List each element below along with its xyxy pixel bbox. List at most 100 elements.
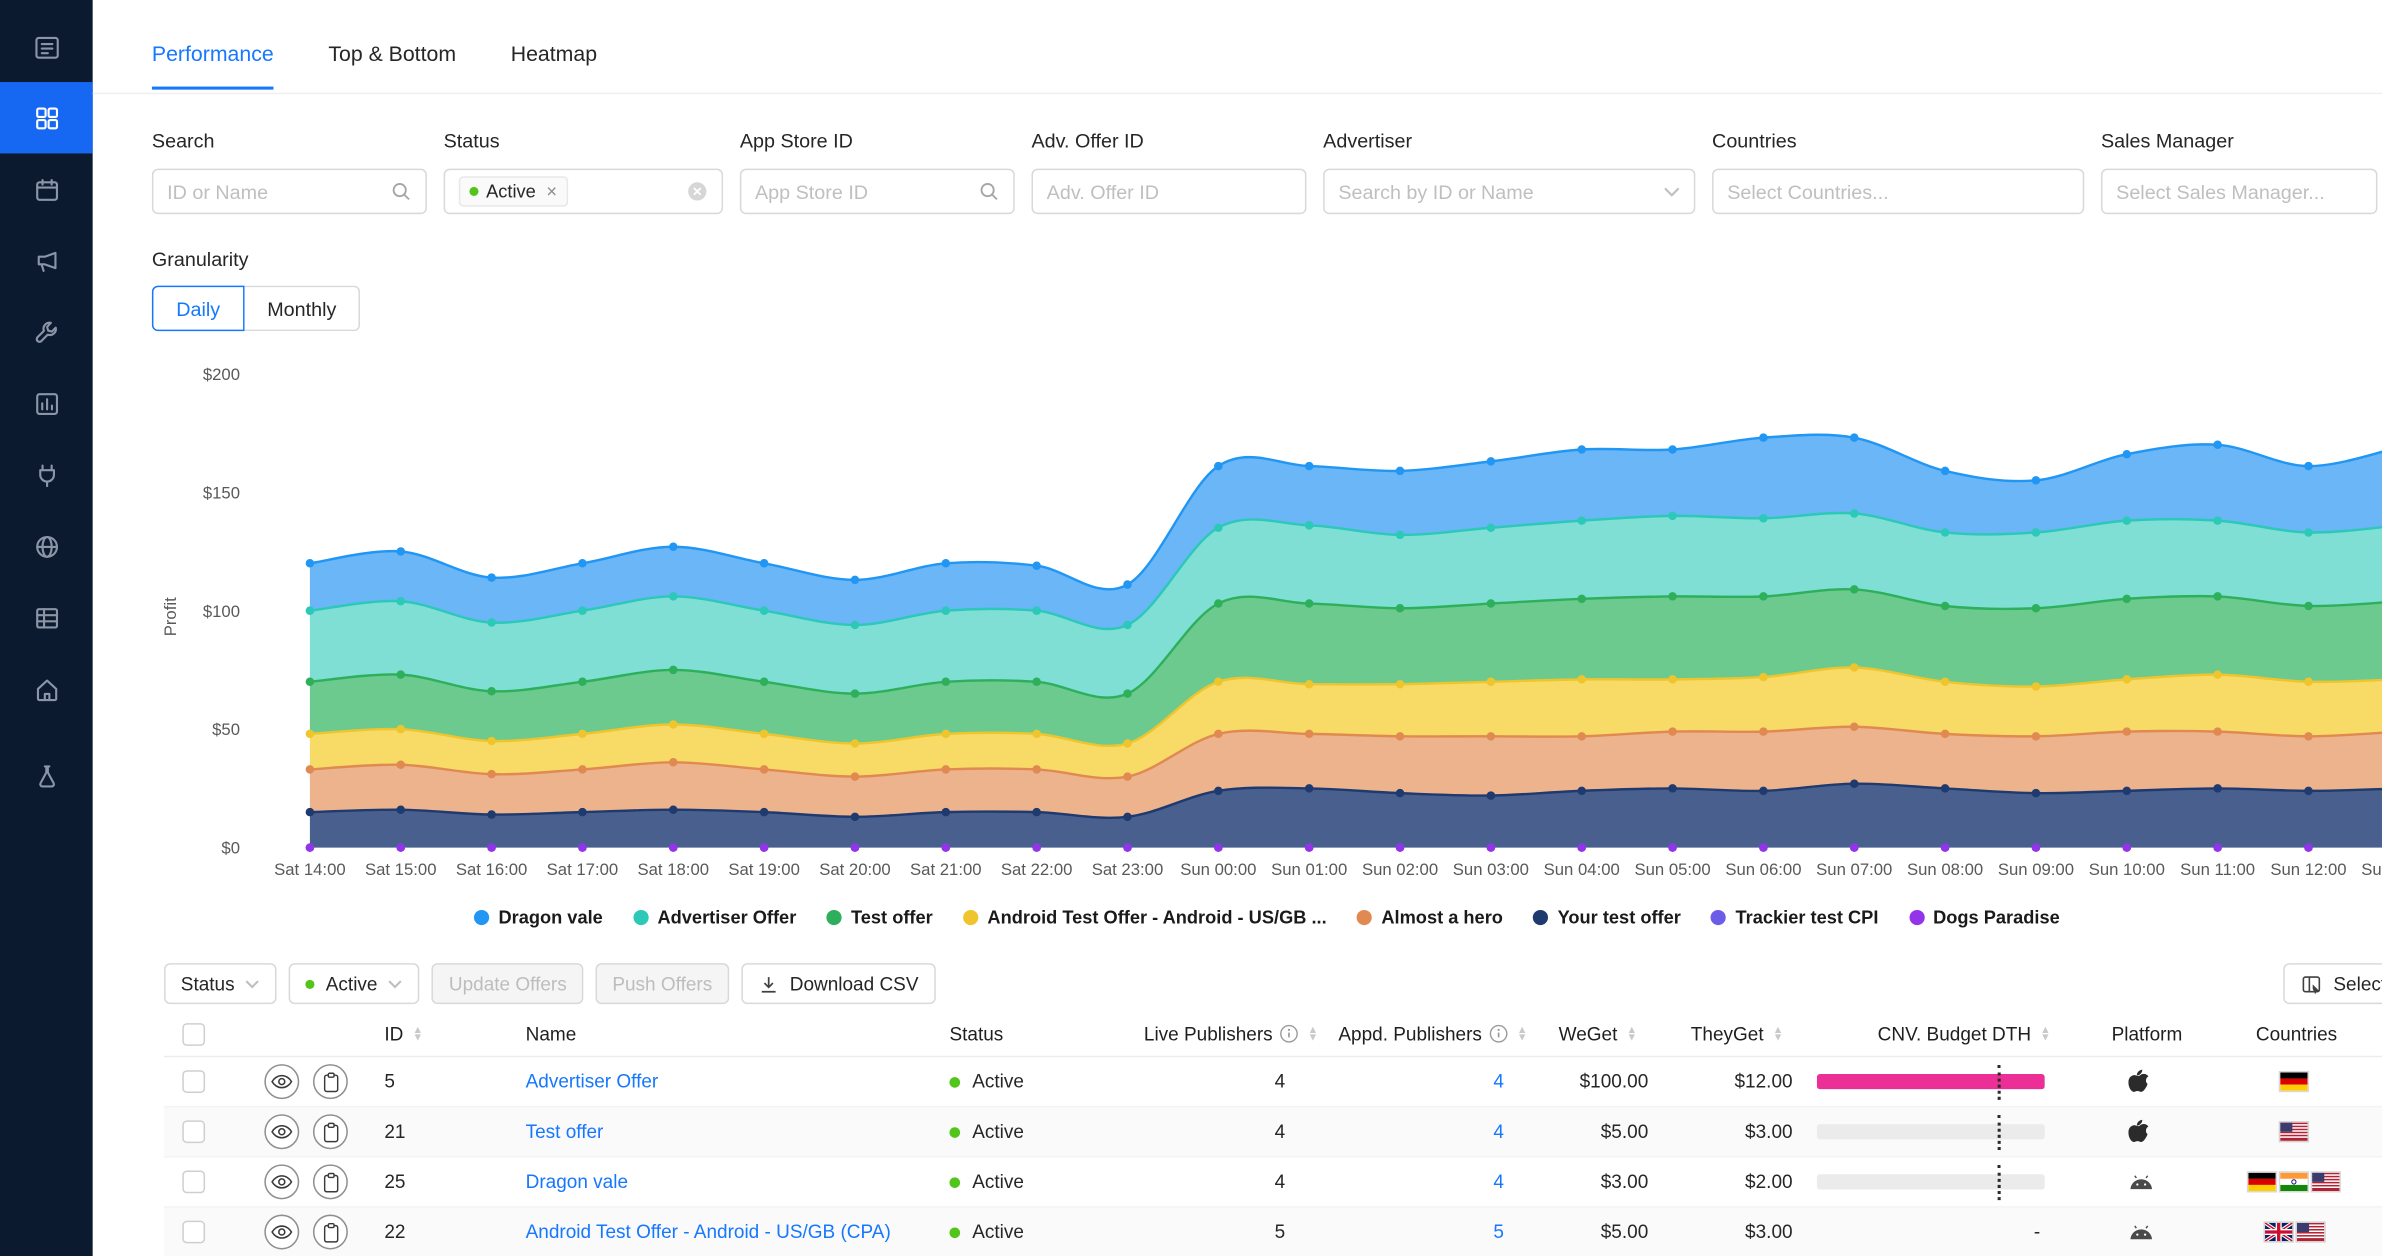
sidebar-item-home[interactable]	[0, 653, 93, 724]
preview-offer-button[interactable]	[264, 1164, 299, 1199]
point-Almost a hero[interactable]	[487, 770, 496, 779]
appd-publishers-link[interactable]: 4	[1338, 1071, 1504, 1092]
point-Almost a hero[interactable]	[1396, 732, 1405, 741]
point-Dogs Paradise[interactable]	[1487, 843, 1496, 852]
advertiser-input[interactable]	[1338, 180, 1654, 203]
point-Your test offer[interactable]	[1850, 779, 1859, 788]
point-Android Test Offer - Android - US/GB ...[interactable]	[487, 737, 496, 746]
point-Dogs Paradise[interactable]	[2304, 843, 2313, 852]
point-Android Test Offer - Android - US/GB ...[interactable]	[760, 730, 769, 739]
point-Test offer[interactable]	[1032, 678, 1041, 687]
point-Advertiser Offer[interactable]	[2213, 516, 2222, 525]
tab-heatmap[interactable]: Heatmap	[511, 41, 597, 65]
point-Dragon vale[interactable]	[669, 542, 678, 551]
remove-tag-icon[interactable]: ×	[546, 181, 557, 202]
point-Dragon vale[interactable]	[487, 573, 496, 582]
point-Advertiser Offer[interactable]	[1487, 523, 1496, 532]
point-Your test offer[interactable]	[2213, 784, 2222, 793]
sort-icons[interactable]: ▲▼	[1308, 1026, 1319, 1041]
point-Test offer[interactable]	[1305, 599, 1314, 608]
legend-item[interactable]: Test offer	[827, 907, 933, 928]
point-Almost a hero[interactable]	[306, 765, 315, 774]
sidebar-item-reports[interactable]	[0, 11, 93, 82]
point-Your test offer[interactable]	[487, 810, 496, 819]
point-Dragon vale[interactable]	[578, 559, 587, 568]
granularity-monthly-radio[interactable]: Monthly	[244, 286, 360, 332]
point-Android Test Offer - Android - US/GB ...[interactable]	[1396, 680, 1405, 689]
row-checkbox[interactable]	[182, 1221, 205, 1244]
point-Dogs Paradise[interactable]	[578, 843, 587, 852]
chevron-down-icon[interactable]	[1663, 186, 1680, 197]
point-Almost a hero[interactable]	[1759, 727, 1768, 736]
point-Advertiser Offer[interactable]	[1577, 516, 1586, 525]
granularity-daily-radio[interactable]: Daily	[152, 286, 245, 332]
point-Your test offer[interactable]	[942, 808, 951, 817]
point-Dogs Paradise[interactable]	[1668, 843, 1677, 852]
point-Android Test Offer - Android - US/GB ...[interactable]	[1668, 675, 1677, 684]
point-Your test offer[interactable]	[1396, 789, 1405, 798]
info-icon[interactable]	[1279, 1024, 1299, 1044]
point-Dragon vale[interactable]	[1850, 433, 1859, 442]
point-Dogs Paradise[interactable]	[306, 843, 315, 852]
offer-name-link[interactable]: Dragon vale	[526, 1171, 628, 1192]
search-input[interactable]	[167, 180, 381, 203]
point-Test offer[interactable]	[669, 666, 678, 675]
point-Android Test Offer - Android - US/GB ...[interactable]	[1850, 663, 1859, 672]
row-checkbox[interactable]	[182, 1120, 205, 1143]
point-Almost a hero[interactable]	[1487, 732, 1496, 741]
point-Almost a hero[interactable]	[2213, 727, 2222, 736]
point-Almost a hero[interactable]	[1305, 730, 1314, 739]
point-Dogs Paradise[interactable]	[851, 843, 860, 852]
point-Dragon vale[interactable]	[1487, 457, 1496, 466]
adv-offer-id-input[interactable]	[1047, 180, 1292, 203]
appd-publishers-link[interactable]: 5	[1338, 1221, 1504, 1242]
point-Dogs Paradise[interactable]	[1577, 843, 1586, 852]
point-Android Test Offer - Android - US/GB ...[interactable]	[2123, 675, 2132, 684]
sidebar-item-labs[interactable]	[0, 740, 93, 811]
search-icon[interactable]	[390, 181, 411, 202]
point-Dogs Paradise[interactable]	[1759, 843, 1768, 852]
point-Advertiser Offer[interactable]	[851, 621, 860, 630]
point-Test offer[interactable]	[1123, 689, 1132, 698]
point-Android Test Offer - Android - US/GB ...[interactable]	[2213, 670, 2222, 679]
point-Advertiser Offer[interactable]	[1214, 523, 1223, 532]
preview-offer-button[interactable]	[264, 1064, 299, 1099]
point-Dragon vale[interactable]	[1668, 445, 1677, 454]
point-Test offer[interactable]	[396, 670, 405, 679]
point-Dragon vale[interactable]	[851, 576, 860, 585]
point-Test offer[interactable]	[2213, 592, 2222, 601]
status-select[interactable]: Active ×	[444, 169, 724, 215]
update-offers-button[interactable]: Update Offers	[432, 963, 583, 1004]
point-Dogs Paradise[interactable]	[396, 843, 405, 852]
point-Android Test Offer - Android - US/GB ...[interactable]	[2032, 682, 2041, 691]
point-Your test offer[interactable]	[578, 808, 587, 817]
point-Dragon vale[interactable]	[2213, 441, 2222, 450]
point-Dogs Paradise[interactable]	[669, 843, 678, 852]
app-store-id-input[interactable]	[755, 180, 969, 203]
point-Android Test Offer - Android - US/GB ...[interactable]	[578, 730, 587, 739]
point-Almost a hero[interactable]	[669, 758, 678, 767]
point-Advertiser Offer[interactable]	[942, 606, 951, 615]
point-Test offer[interactable]	[942, 678, 951, 687]
point-Almost a hero[interactable]	[2304, 732, 2313, 741]
column-header[interactable]: TheyGet▲▼	[1691, 1023, 1783, 1044]
point-Almost a hero[interactable]	[1123, 772, 1132, 781]
point-Dogs Paradise[interactable]	[1123, 843, 1132, 852]
legend-item[interactable]: Advertiser Offer	[633, 907, 796, 928]
column-header[interactable]: Platform	[2112, 1023, 2183, 1044]
copy-offer-button[interactable]	[313, 1164, 348, 1199]
point-Dragon vale[interactable]	[1577, 445, 1586, 454]
sidebar-item-analytics[interactable]	[0, 368, 93, 439]
point-Dogs Paradise[interactable]	[1305, 843, 1314, 852]
point-Advertiser Offer[interactable]	[487, 618, 496, 627]
sort-icons[interactable]: ▲▼	[1626, 1026, 1637, 1041]
column-header[interactable]: Countries	[2256, 1023, 2337, 1044]
point-Advertiser Offer[interactable]	[1941, 528, 1950, 537]
point-Your test offer[interactable]	[2032, 789, 2041, 798]
point-Advertiser Offer[interactable]	[396, 597, 405, 606]
preview-offer-button[interactable]	[264, 1114, 299, 1149]
header-checkbox[interactable]	[182, 1022, 205, 1045]
point-Dragon vale[interactable]	[1305, 462, 1314, 471]
point-Your test offer[interactable]	[1123, 813, 1132, 822]
sidebar-item-data-tables[interactable]	[0, 582, 93, 653]
